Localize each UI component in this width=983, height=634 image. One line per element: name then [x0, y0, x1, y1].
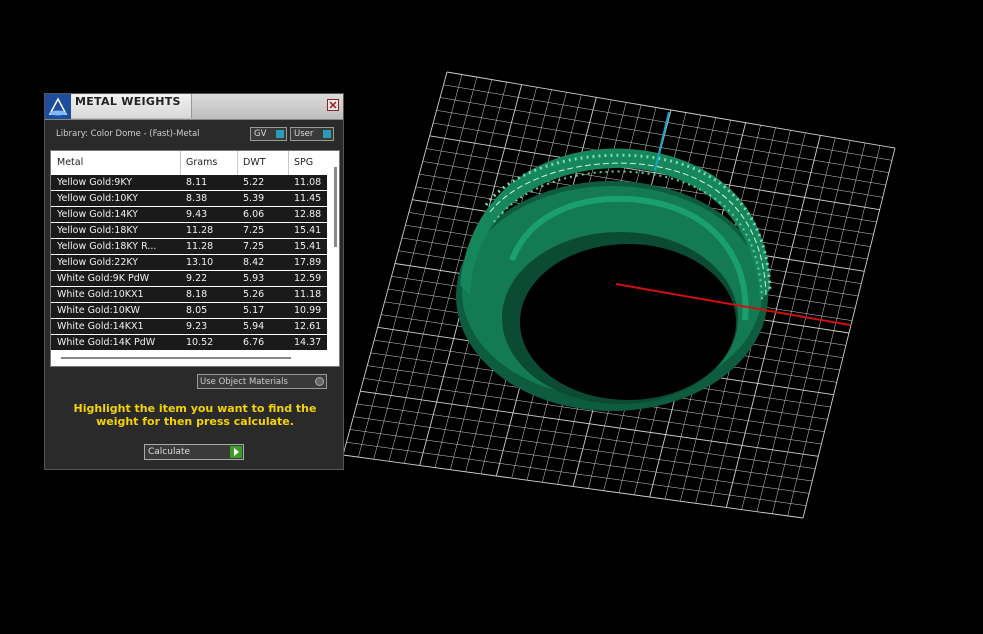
grid-line: [342, 454, 804, 519]
cell-dwt: 5.94: [243, 321, 265, 332]
cell-dwt: 6.06: [243, 209, 265, 220]
grid-line: [349, 429, 810, 494]
cell-dwt: 5.17: [243, 305, 265, 316]
cell-spg: 15.41: [294, 241, 322, 252]
cell-grams: 9.23: [186, 321, 208, 332]
cell-spg: 12.61: [294, 321, 322, 332]
table-row[interactable]: White Gold:14K PdW 10.52 6.76 14.37: [51, 335, 327, 351]
use-object-materials-label: Use Object Materials: [200, 377, 288, 387]
cell-grams: 8.18: [186, 289, 208, 300]
cell-dwt: 5.22: [243, 177, 265, 188]
cell-spg: 14.37: [294, 337, 322, 348]
cell-metal: White Gold:9K PdW: [57, 273, 150, 284]
cell-spg: 11.18: [294, 289, 322, 300]
grid-line: [346, 441, 807, 506]
play-arrow-icon: [230, 446, 242, 458]
cell-metal: White Gold:14KX1: [57, 321, 144, 332]
user-toggle-label: User: [294, 129, 314, 139]
table-header: Metal Grams DWT SPG: [51, 151, 327, 174]
cell-grams: 8.38: [186, 193, 208, 204]
cell-spg: 11.45: [294, 193, 322, 204]
cell-grams: 11.28: [186, 225, 214, 236]
cell-dwt: 5.93: [243, 273, 265, 284]
cell-spg: 11.08: [294, 177, 322, 188]
grid-line: [772, 142, 866, 514]
cell-grams: 11.28: [186, 241, 214, 252]
cell-metal: Yellow Gold:18KY: [57, 225, 139, 236]
instruction-text: Highlight the item you want to find the …: [73, 402, 317, 428]
cell-grams: 9.22: [186, 273, 208, 284]
column-header-dwt[interactable]: DWT: [243, 157, 266, 168]
use-object-materials-toggle[interactable]: Use Object Materials: [197, 374, 327, 389]
column-header-spg[interactable]: SPG: [294, 157, 313, 168]
column-header-metal[interactable]: Metal: [57, 157, 83, 168]
grid-line: [802, 147, 896, 519]
cell-grams: 13.10: [186, 257, 214, 268]
calculate-label: Calculate: [148, 447, 191, 457]
user-toggle-indicator: [323, 130, 331, 138]
vertical-scrollbar[interactable]: [334, 167, 337, 247]
metal-weights-panel: METAL WEIGHTS Library: Color Dome - (Fas…: [44, 93, 344, 470]
table-row[interactable]: Yellow Gold:9KY 8.11 5.22 11.08: [51, 175, 327, 191]
table-body: Yellow Gold:9KY 8.11 5.22 11.08 Yellow Gold:…: [51, 175, 327, 351]
cell-spg: 12.59: [294, 273, 322, 284]
gv-toggle[interactable]: GV: [250, 127, 287, 141]
table-row[interactable]: White Gold:14KX1 9.23 5.94 12.61: [51, 319, 327, 335]
cell-dwt: 8.42: [243, 257, 265, 268]
grid-line: [356, 403, 816, 469]
cell-spg: 15.41: [294, 225, 322, 236]
table-row[interactable]: Yellow Gold:10KY 8.38 5.39 11.45: [51, 191, 327, 207]
cell-metal: Yellow Gold:10KY: [57, 193, 139, 204]
cell-grams: 8.11: [186, 177, 208, 188]
cell-metal: Yellow Gold:9KY: [57, 177, 133, 188]
cell-grams: 10.52: [186, 337, 214, 348]
metal-table[interactable]: Metal Grams DWT SPG Yellow Gold:9KY 8.11 5…: [50, 150, 340, 367]
cell-dwt: 6.76: [243, 337, 265, 348]
cell-metal: White Gold:14K PdW: [57, 337, 156, 348]
table-row[interactable]: Yellow Gold:22KY 13.10 8.42 17.89: [51, 255, 327, 271]
cell-metal: White Gold:10KW: [57, 305, 141, 316]
table-row[interactable]: Yellow Gold:14KY 9.43 6.06 12.88: [51, 207, 327, 223]
cell-dwt: 5.26: [243, 289, 265, 300]
radio-indicator-icon: [315, 377, 324, 386]
cell-metal: Yellow Gold:22KY: [57, 257, 139, 268]
cell-grams: 9.43: [186, 209, 208, 220]
table-row[interactable]: Yellow Gold:18KY R... 11.28 7.25 15.41: [51, 239, 327, 255]
cell-dwt: 7.25: [243, 225, 265, 236]
cell-spg: 12.88: [294, 209, 322, 220]
library-label: Library: Color Dome - (Fast)-Metal: [56, 129, 200, 139]
gv-toggle-indicator: [276, 130, 284, 138]
close-icon[interactable]: [327, 99, 339, 111]
calculate-button[interactable]: Calculate: [144, 444, 244, 460]
panel-titlebar[interactable]: METAL WEIGHTS: [45, 94, 343, 120]
table-row[interactable]: White Gold:9K PdW 9.22 5.93 12.59: [51, 271, 327, 287]
grid-line: [787, 145, 881, 516]
cell-metal: Yellow Gold:14KY: [57, 209, 139, 220]
panel-title: METAL WEIGHTS: [75, 95, 181, 108]
cell-dwt: 7.25: [243, 241, 265, 252]
cell-spg: 17.89: [294, 257, 322, 268]
grid-line: [756, 140, 851, 512]
cell-metal: White Gold:10KX1: [57, 289, 144, 300]
gv-toggle-label: GV: [254, 129, 267, 139]
user-toggle[interactable]: User: [290, 127, 334, 141]
horizontal-scrollbar[interactable]: [61, 357, 291, 359]
column-header-grams[interactable]: Grams: [186, 157, 217, 168]
cell-metal: Yellow Gold:18KY R...: [57, 241, 157, 252]
cell-spg: 10.99: [294, 305, 322, 316]
cell-grams: 8.05: [186, 305, 208, 316]
cell-dwt: 5.39: [243, 193, 265, 204]
table-row[interactable]: Yellow Gold:18KY 11.28 7.25 15.41: [51, 223, 327, 239]
table-row[interactable]: White Gold:10KX1 8.18 5.26 11.18: [51, 287, 327, 303]
grid-line: [353, 416, 813, 482]
app-logo-icon: [45, 94, 71, 119]
ring-model[interactable]: [456, 148, 772, 411]
table-row[interactable]: White Gold:10KW 8.05 5.17 10.99: [51, 303, 327, 319]
